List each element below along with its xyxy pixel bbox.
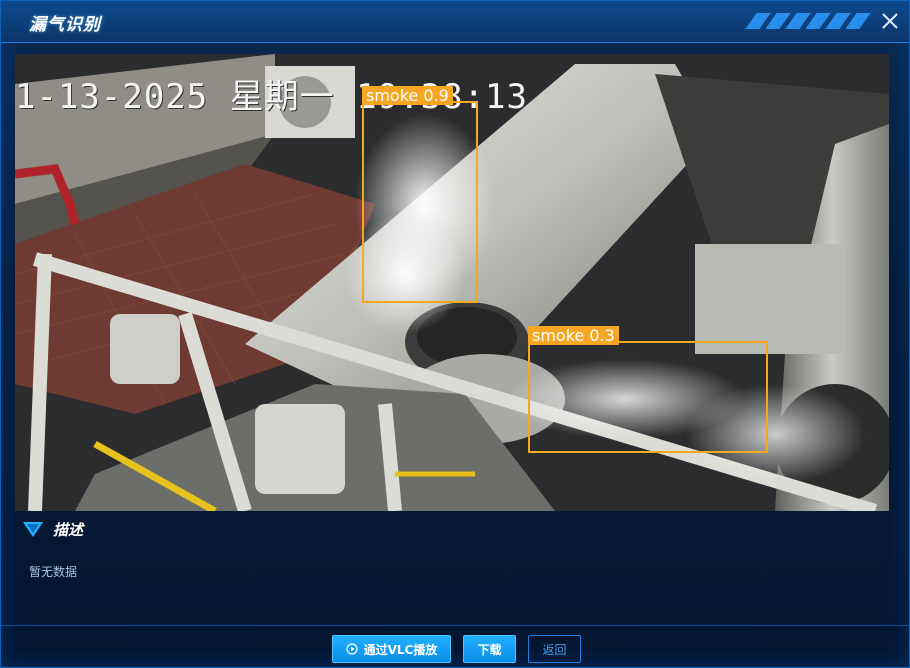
footer-divider bbox=[1, 625, 909, 626]
back-button[interactable]: 返回 bbox=[528, 635, 581, 663]
play-circle-icon bbox=[346, 643, 358, 655]
detection-label-2: smoke 0.3 bbox=[528, 326, 619, 345]
leak-detection-dialog: 漏气识别 1-13-2025 星期一 19:38:13 smoke 0.9 sm… bbox=[0, 0, 910, 668]
detection-box-1 bbox=[362, 101, 478, 303]
download-button[interactable]: 下载 bbox=[463, 635, 516, 663]
triangle-down-icon bbox=[23, 522, 43, 537]
detection-box-2 bbox=[528, 341, 768, 453]
video-frame[interactable]: 1-13-2025 星期一 19:38:13 smoke 0.9 smoke 0… bbox=[15, 54, 889, 511]
close-icon[interactable] bbox=[879, 10, 901, 32]
dialog-title: 漏气识别 bbox=[29, 15, 101, 35]
titlebar: 漏气识别 bbox=[1, 1, 909, 43]
vlc-play-label: 通过VLC播放 bbox=[363, 643, 438, 657]
vlc-play-button[interactable]: 通过VLC播放 bbox=[332, 635, 451, 663]
description-title: 描述 bbox=[53, 521, 84, 539]
title-decoration bbox=[745, 13, 877, 29]
detection-label-1: smoke 0.9 bbox=[362, 86, 453, 105]
description-text: 暂无数据 bbox=[29, 565, 78, 579]
